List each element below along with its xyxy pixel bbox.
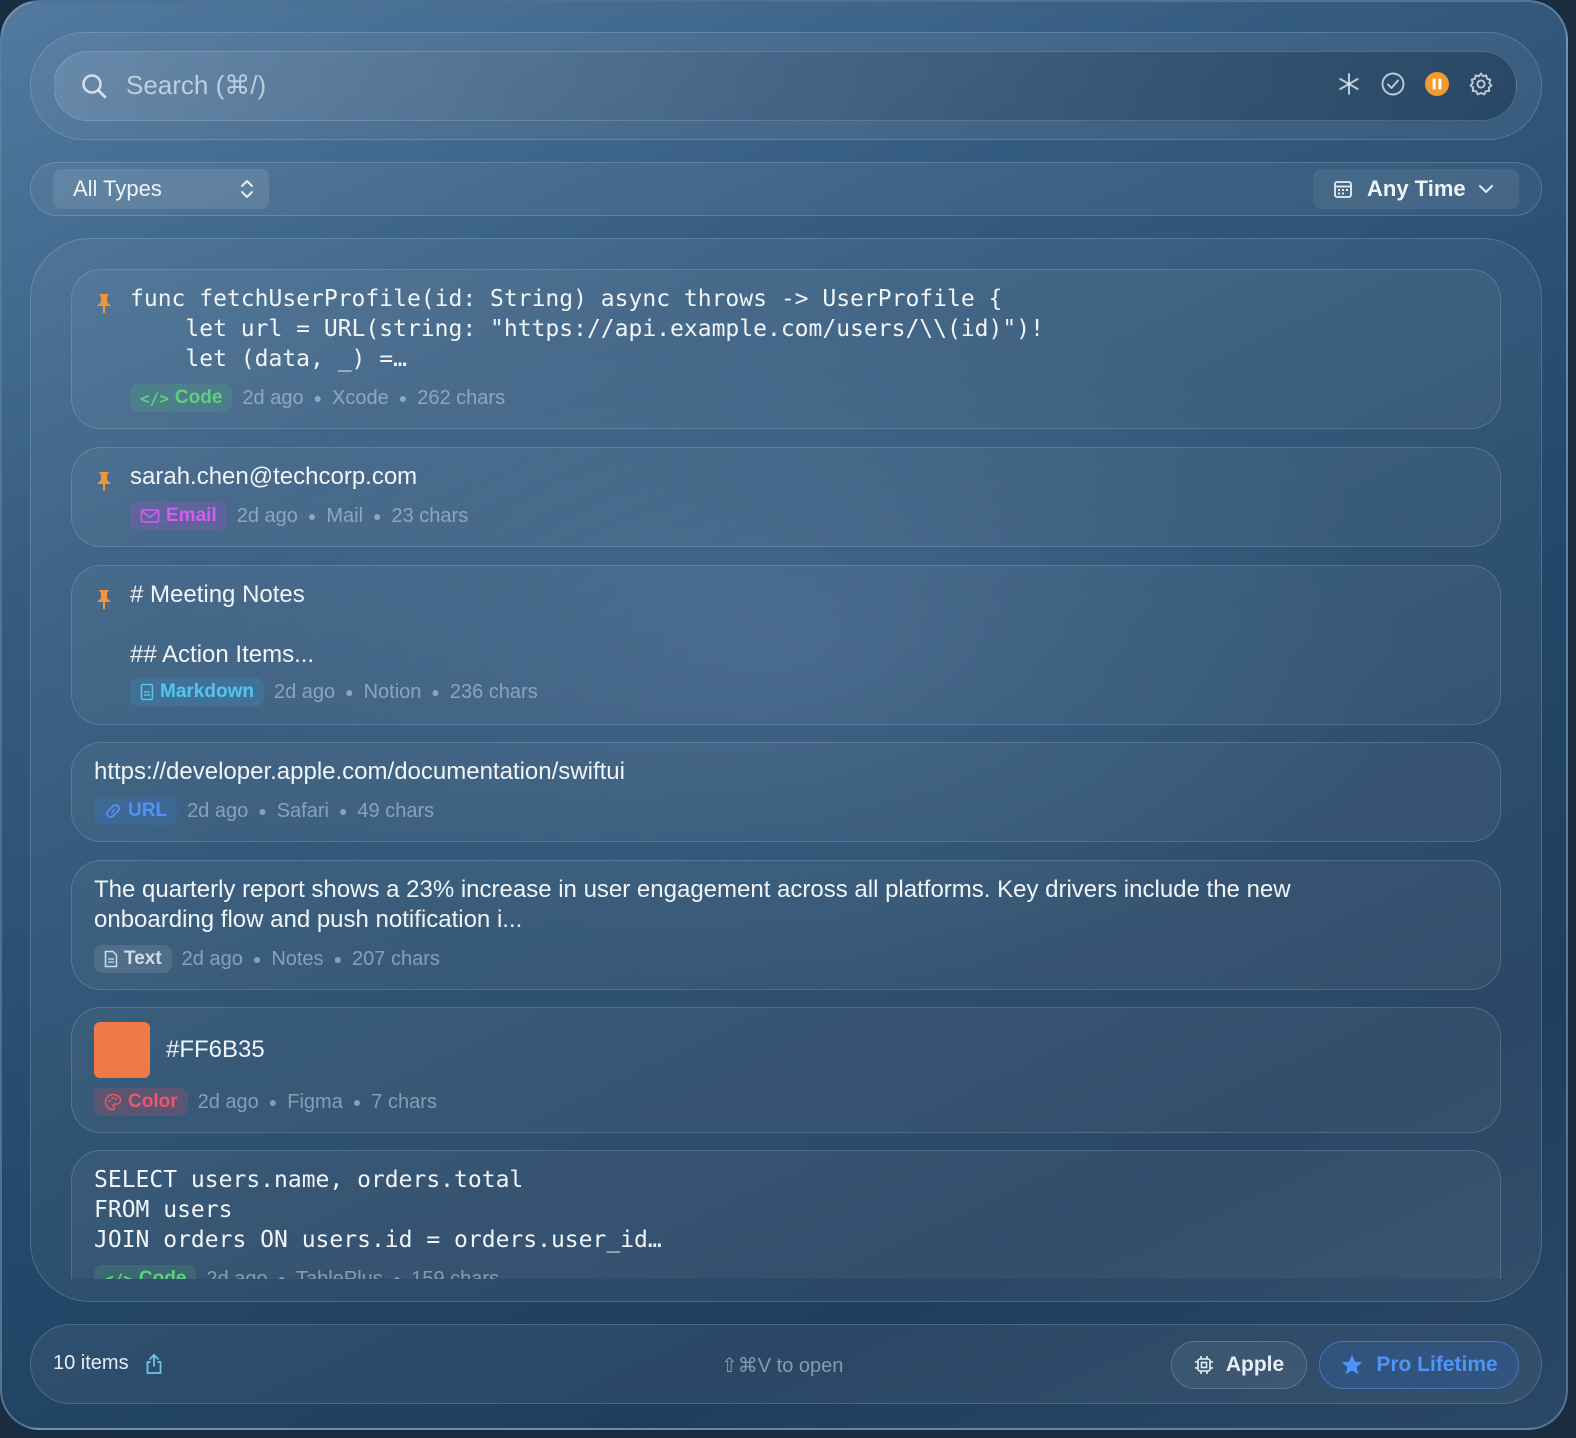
item-content: https://developer.apple.com/documentatio… <box>94 758 625 785</box>
pin-icon <box>97 472 111 491</box>
item-meta: </> Code 2d ago ● TablePlus ● 159 chars <box>94 1265 499 1279</box>
time-filter-label: Any Time <box>1367 176 1466 201</box>
item-content: #FF6B35 <box>166 1036 265 1063</box>
item-time: 2d ago <box>242 386 304 409</box>
clipboard-list: func fetchUserProfile(id: String) async … <box>30 238 1542 1302</box>
type-filter-label: All Types <box>73 176 162 201</box>
type-filter-select[interactable]: All Types <box>53 169 269 209</box>
list-item[interactable]: sarah.chen@techcorp.com Email 2d ago ● Ma… <box>71 447 1501 547</box>
search-placeholder: Search (⌘/) <box>126 70 267 100</box>
item-size: 49 chars <box>357 799 435 822</box>
list-item[interactable]: # Meeting Notes ## Action Items... Markd… <box>71 565 1501 725</box>
search-container: Search (⌘/) <box>30 32 1542 140</box>
item-app: Notes <box>271 947 324 970</box>
item-time: 2d ago <box>181 947 243 970</box>
code-icon: </> <box>104 1269 133 1280</box>
chevron-down-icon <box>1478 183 1494 195</box>
item-app: Safari <box>276 799 329 822</box>
apple-label: Apple <box>1225 1353 1285 1376</box>
type-badge: Color <box>94 1088 188 1116</box>
list-item[interactable]: The quarterly report shows a 23% increas… <box>71 860 1501 990</box>
pause-icon[interactable] <box>1424 71 1450 97</box>
document-icon <box>140 683 154 701</box>
item-size: 262 chars <box>417 386 506 409</box>
item-meta: Color 2d ago ● Figma ● 7 chars <box>94 1088 437 1116</box>
item-time: 2d ago <box>187 799 249 822</box>
items-count: 10 items <box>53 1352 129 1374</box>
item-meta: </> Code 2d ago ● Xcode ● 262 chars <box>130 384 505 412</box>
item-app: Notion <box>363 680 422 703</box>
item-content: sarah.chen@techcorp.com <box>130 463 418 490</box>
type-badge: Email <box>130 502 227 530</box>
time-filter-select[interactable]: Any Time <box>1313 169 1519 209</box>
open-shortcut-hint: ⇧⌘V to open <box>721 1355 844 1377</box>
item-size: 236 chars <box>449 680 538 703</box>
pin-icon <box>97 294 111 313</box>
list-item[interactable]: https://developer.apple.com/documentatio… <box>71 742 1501 842</box>
clipboard-window: Search (⌘/) All Types Any Time func fetc… <box>0 0 1568 1430</box>
updown-chevron-icon <box>241 180 253 198</box>
item-size: 159 chars <box>411 1267 500 1280</box>
type-badge: Markdown <box>130 678 264 706</box>
list-item[interactable]: SELECT users.name, orders.total FROM use… <box>71 1150 1501 1279</box>
item-meta: URL 2d ago ● Safari ● 49 chars <box>94 797 434 825</box>
filter-bar: All Types Any Time <box>30 162 1542 216</box>
color-swatch <box>94 1022 150 1078</box>
item-time: 2d ago <box>206 1267 268 1280</box>
palette-icon <box>104 1093 122 1111</box>
item-size: 23 chars <box>391 504 469 527</box>
gear-icon[interactable] <box>1468 71 1494 97</box>
type-badge: Text <box>94 945 172 973</box>
search-icon <box>82 74 107 99</box>
apple-button[interactable]: Apple <box>1171 1341 1307 1389</box>
pro-lifetime-button[interactable]: Pro Lifetime <box>1319 1341 1519 1389</box>
item-app: Mail <box>326 504 364 527</box>
item-size: 7 chars <box>371 1090 437 1113</box>
calendar-icon <box>1333 179 1353 199</box>
item-content: func fetchUserProfile(id: String) async … <box>130 286 1044 372</box>
type-badge: URL <box>94 797 178 825</box>
item-time: 2d ago <box>236 504 298 527</box>
link-icon <box>106 804 120 818</box>
pro-label: Pro Lifetime <box>1376 1353 1498 1376</box>
item-time: 2d ago <box>197 1090 259 1113</box>
type-badge: </> Code <box>94 1265 197 1280</box>
footer-bar: 10 items ⇧⌘V to open Apple Pro Lifetime <box>30 1324 1542 1404</box>
type-badge: </> Code <box>130 384 233 412</box>
check-circle-icon[interactable] <box>1380 71 1406 97</box>
item-meta: Email 2d ago ● Mail ● 23 chars <box>130 502 468 530</box>
item-meta: Text 2d ago ● Notes ● 207 chars <box>94 945 440 973</box>
search-field[interactable]: Search (⌘/) <box>53 51 1517 121</box>
text-file-icon <box>104 950 118 968</box>
item-content: The quarterly report shows a 23% increas… <box>94 876 1291 933</box>
item-app: Xcode <box>332 386 389 409</box>
item-app: Figma <box>287 1090 343 1113</box>
item-meta: Markdown 2d ago ● Notion ● 236 chars <box>130 678 538 706</box>
list-item[interactable]: func fetchUserProfile(id: String) async … <box>71 269 1501 429</box>
chip-icon <box>1194 1356 1213 1374</box>
code-icon: </> <box>140 388 169 408</box>
item-app: TablePlus <box>296 1267 383 1280</box>
item-time: 2d ago <box>273 680 336 703</box>
item-size: 207 chars <box>352 947 440 970</box>
pin-icon <box>97 590 111 609</box>
item-content: SELECT users.name, orders.total FROM use… <box>94 1167 662 1253</box>
envelope-icon <box>140 509 160 523</box>
list-item[interactable]: #FF6B35 Color 2d ago ● Figma ● 7 chars <box>71 1007 1501 1133</box>
asterisk-icon[interactable] <box>1336 71 1362 97</box>
star-icon <box>1342 1354 1363 1375</box>
item-content: # Meeting Notes ## Action Items... <box>130 581 315 668</box>
share-icon[interactable] <box>145 1353 163 1375</box>
